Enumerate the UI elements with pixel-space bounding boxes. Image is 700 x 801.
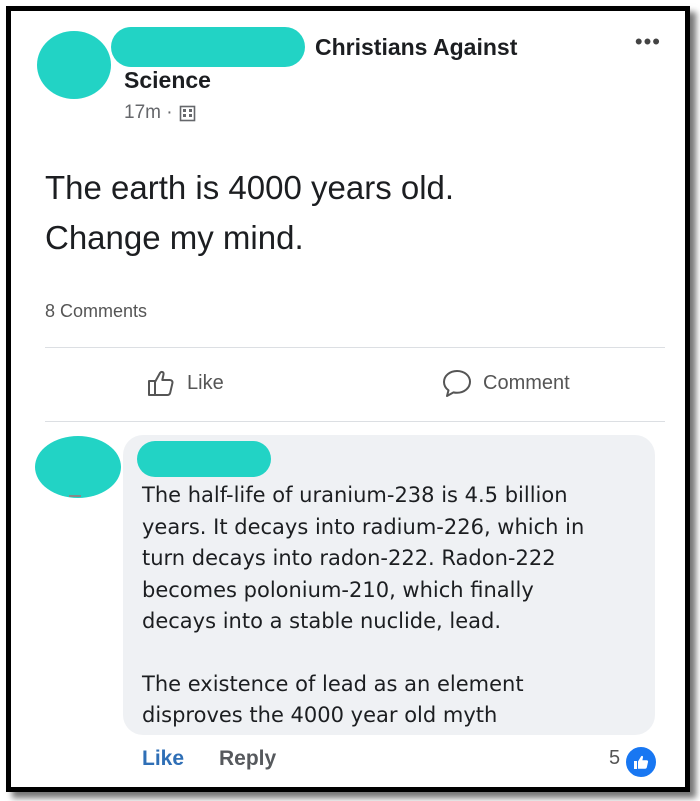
thumbs-up-icon xyxy=(634,755,649,769)
building-icon xyxy=(179,105,195,121)
post-text-line: Change my mind. xyxy=(45,219,304,256)
more-icon[interactable]: ••• xyxy=(635,29,661,55)
comment-line: becomes polonium-210, which finally xyxy=(142,577,534,602)
comments-count[interactable]: 8 Comments xyxy=(45,301,147,322)
comment-paragraph: The half-life of uranium-238 is 4.5 bill… xyxy=(142,480,642,638)
comment-line: The half-life of uranium-238 is 4.5 bill… xyxy=(142,483,568,507)
comment-like-button[interactable]: Like xyxy=(142,747,184,771)
like-label: Like xyxy=(187,371,224,394)
comment-line: decays into a stable nuclide, lead. xyxy=(142,609,502,633)
poster-name-redacted[interactable] xyxy=(111,27,305,67)
commenter-avatar-redacted[interactable] xyxy=(35,436,121,498)
like-reaction-icon[interactable] xyxy=(624,745,658,779)
thumbs-up-icon xyxy=(148,370,174,396)
comment-text: The half-life of uranium-238 is 4.5 bill… xyxy=(142,480,642,732)
comment-bubble-icon xyxy=(443,370,471,397)
post-meta: 17m · xyxy=(124,102,196,124)
comment-line: disproves the 4000 year old myth xyxy=(142,703,498,727)
reaction-count[interactable]: 5 xyxy=(609,747,620,770)
divider xyxy=(45,421,665,422)
comment-line: The existence of lead as an element xyxy=(142,671,524,696)
divider xyxy=(45,347,665,348)
comment-reply-button[interactable]: Reply xyxy=(219,747,276,771)
screenshot-frame: Christians Against Science ••• 17m · The… xyxy=(6,6,690,792)
comment-button[interactable]: Comment xyxy=(441,367,570,399)
comment-paragraph: The existence of lead as an element disp… xyxy=(142,669,642,732)
comment-line: turn decays into radon-222. Radon-222 xyxy=(142,546,556,570)
post-card: Christians Against Science ••• 17m · The… xyxy=(11,11,685,787)
comment-label: Comment xyxy=(483,371,570,394)
post-text: The earth is 4000 years old. Change my m… xyxy=(45,163,645,263)
post-text-line: The earth is 4000 years old. xyxy=(45,169,455,206)
thread-line xyxy=(69,495,81,497)
commenter-name-redacted[interactable] xyxy=(137,441,271,477)
poster-avatar-redacted[interactable] xyxy=(37,31,111,99)
like-button[interactable]: Like xyxy=(145,367,224,399)
comment-line: years. It decays into radium-226, which … xyxy=(142,514,585,539)
group-name-continued[interactable]: Science xyxy=(124,67,211,94)
group-name[interactable]: Christians Against xyxy=(315,34,517,61)
post-time[interactable]: 17m · xyxy=(124,102,173,124)
